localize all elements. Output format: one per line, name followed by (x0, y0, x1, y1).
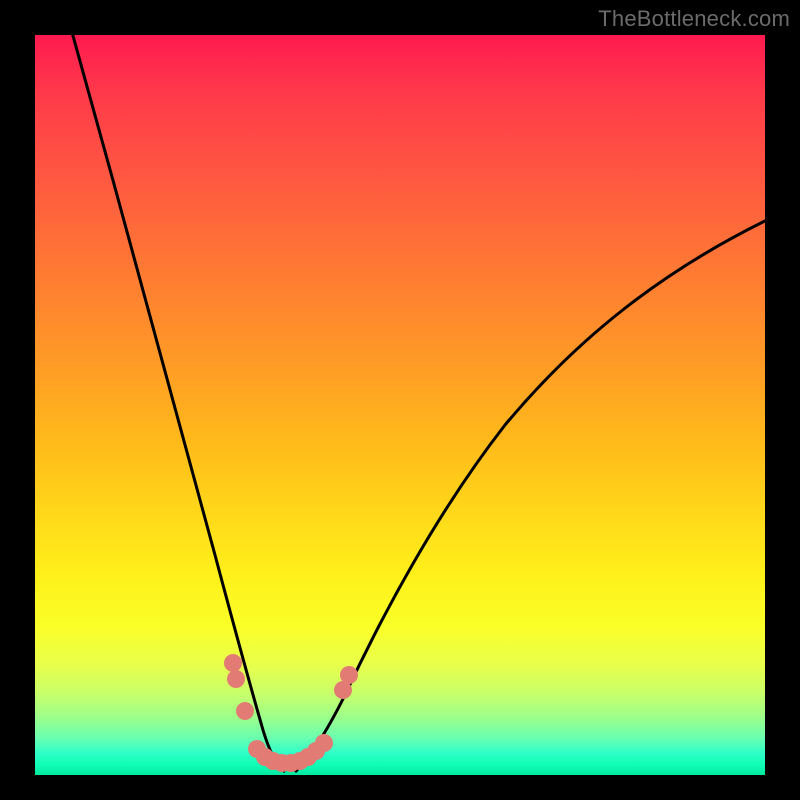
left-curve (70, 35, 285, 772)
gradient-plot-area (35, 35, 765, 775)
right-curve (295, 220, 765, 772)
watermark-text: TheBottleneck.com (598, 6, 790, 32)
chart-frame: TheBottleneck.com (0, 0, 800, 800)
curve-overlay (35, 35, 765, 775)
bottom-dots (248, 734, 333, 772)
right-dots (334, 666, 358, 699)
